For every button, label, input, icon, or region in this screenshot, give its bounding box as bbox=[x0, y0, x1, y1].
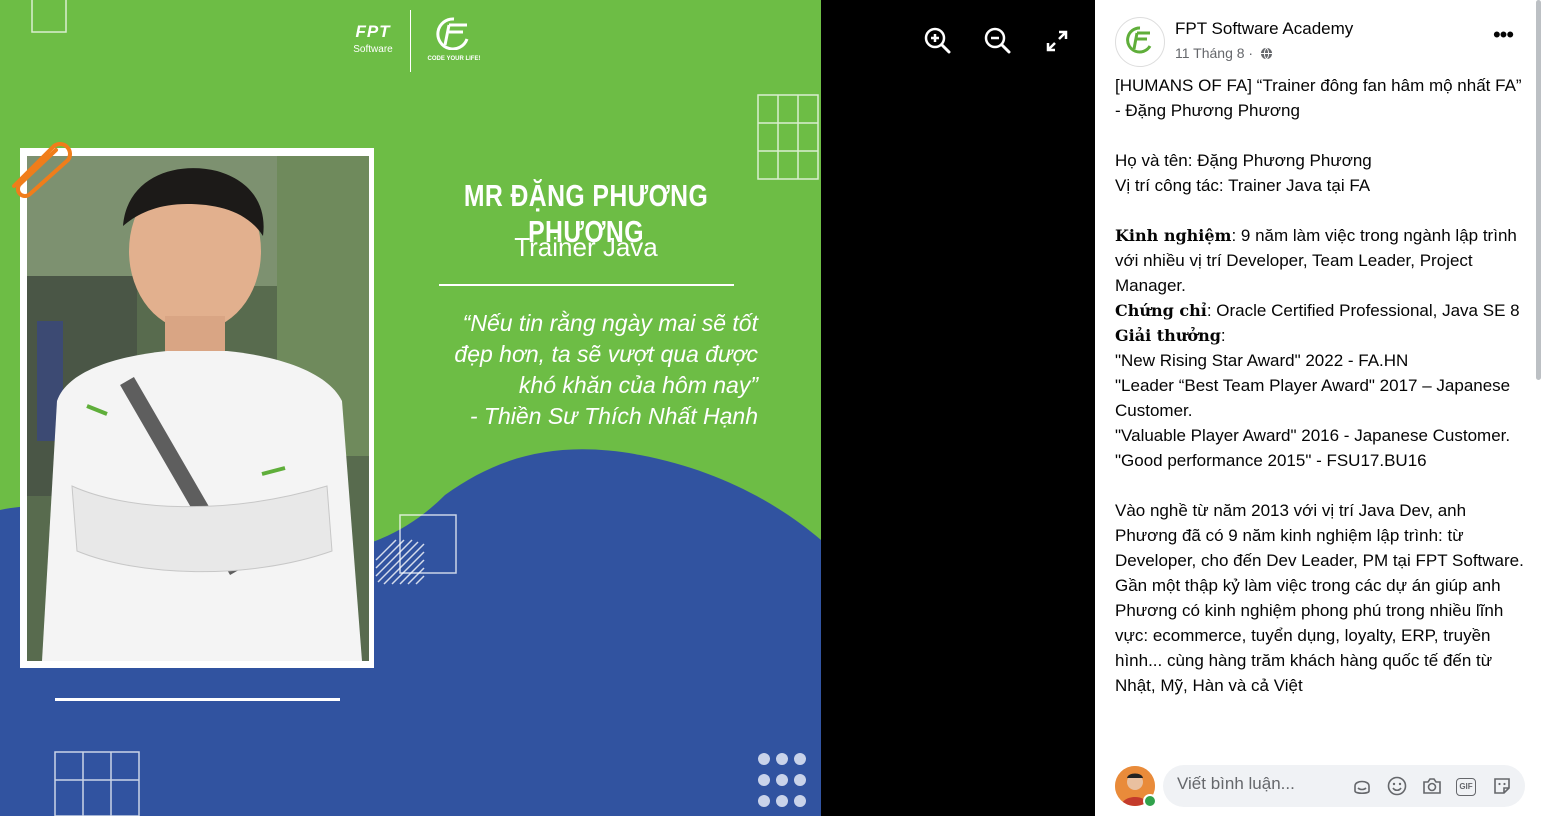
cert-text: : Oracle Certified Professional, Java SE… bbox=[1206, 301, 1520, 320]
trainer-photo bbox=[27, 156, 369, 661]
camera-icon[interactable] bbox=[1421, 775, 1443, 797]
award-item: "Good performance 2015" - FSU17.BU16 bbox=[1115, 451, 1427, 470]
post-panel: FPT Software Academy 11 Tháng 8 · ••• [H… bbox=[1095, 0, 1541, 816]
bottom-divider bbox=[55, 698, 340, 701]
experience-line: Kinh nghiệm: 9 năm làm việc trong ngành … bbox=[1115, 223, 1529, 298]
slogan-text: CODE YOUR LIFE! bbox=[427, 56, 481, 62]
panel-scrollbar[interactable] bbox=[1536, 0, 1541, 380]
gif-icon[interactable]: GIF bbox=[1456, 778, 1476, 796]
quote-line: khó khăn của hôm nay” bbox=[518, 372, 758, 398]
post-message: [HUMANS OF FA] “Trainer đông fan hâm mộ … bbox=[1115, 73, 1529, 698]
fpt-logo-subtitle: Software bbox=[353, 44, 393, 55]
online-status-dot bbox=[1143, 794, 1157, 808]
zoom-out-icon[interactable] bbox=[983, 26, 1011, 54]
awards-line: Giải thưởng: bbox=[1115, 323, 1529, 348]
award-item: "New Rising Star Award" 2022 - FA.HN bbox=[1115, 351, 1409, 370]
awards-label: Giải thưởng bbox=[1115, 326, 1221, 345]
comment-composer: GIF bbox=[1095, 756, 1541, 816]
title-divider bbox=[439, 284, 734, 286]
page-name-link[interactable]: FPT Software Academy bbox=[1175, 19, 1353, 39]
cert-line: Chứng chỉ: Oracle Certified Professional… bbox=[1115, 298, 1529, 323]
zoom-in-icon[interactable] bbox=[923, 26, 951, 54]
quote-block: “Nếu tin rằng ngày mai sẽ tốt đẹp hơn, t… bbox=[400, 308, 758, 432]
post-story: Vào nghề từ năm 2013 với vị trí Java Dev… bbox=[1115, 501, 1524, 695]
sticker-icon[interactable] bbox=[1491, 775, 1513, 797]
photo-viewer: FPT Software CODE YOUR LIFE! MR ĐẶNG PHƯ… bbox=[0, 0, 1095, 816]
globe-icon bbox=[1260, 47, 1273, 60]
post-title: [HUMANS OF FA] “Trainer đông fan hâm mộ … bbox=[1115, 76, 1522, 120]
award-item: "Leader “Best Team Player Award" 2017 – … bbox=[1115, 376, 1511, 420]
fa-logo-icon bbox=[436, 17, 469, 51]
fpt-software-logo: FPT Software bbox=[348, 22, 398, 55]
fpt-logo-text: FPT bbox=[355, 22, 391, 41]
fullscreen-icon[interactable] bbox=[1045, 29, 1069, 53]
more-options-button[interactable]: ••• bbox=[1487, 24, 1519, 54]
fa-logo-icon bbox=[1126, 26, 1154, 54]
quote-line: “Nếu tin rằng ngày mai sẽ tốt bbox=[462, 310, 758, 336]
page-avatar[interactable] bbox=[1115, 17, 1165, 67]
emoji-icon[interactable] bbox=[1386, 775, 1408, 797]
quote-line: đẹp hơn, ta sẽ vượt qua được bbox=[454, 341, 758, 367]
code-your-life-logo: CODE YOUR LIFE! bbox=[422, 16, 486, 62]
paperclip-icon bbox=[12, 142, 72, 198]
post-date[interactable]: 11 Tháng 8 · bbox=[1175, 45, 1253, 61]
quote-author: - Thiền Sư Thích Nhất Hạnh bbox=[469, 403, 758, 429]
post-fullname: Họ và tên: Đặng Phương Phương bbox=[1115, 151, 1372, 170]
trainer-role: Trainer Java bbox=[514, 232, 658, 262]
poster-image: FPT Software CODE YOUR LIFE! MR ĐẶNG PHƯ… bbox=[0, 0, 821, 816]
award-item: "Valuable Player Award" 2016 - Japanese … bbox=[1115, 426, 1511, 445]
logo-divider bbox=[410, 10, 411, 72]
post-position: Vị trí công tác: Trainer Java tại FA bbox=[1115, 176, 1371, 195]
cert-label: Chứng chỉ bbox=[1115, 301, 1207, 320]
experience-label: Kinh nghiệm bbox=[1115, 226, 1232, 245]
comment-input[interactable] bbox=[1177, 774, 1327, 794]
post-timestamp[interactable]: 11 Tháng 8 · bbox=[1175, 45, 1273, 61]
avatar-sticker-icon[interactable] bbox=[1351, 775, 1373, 797]
awards-colon: : bbox=[1220, 326, 1226, 345]
